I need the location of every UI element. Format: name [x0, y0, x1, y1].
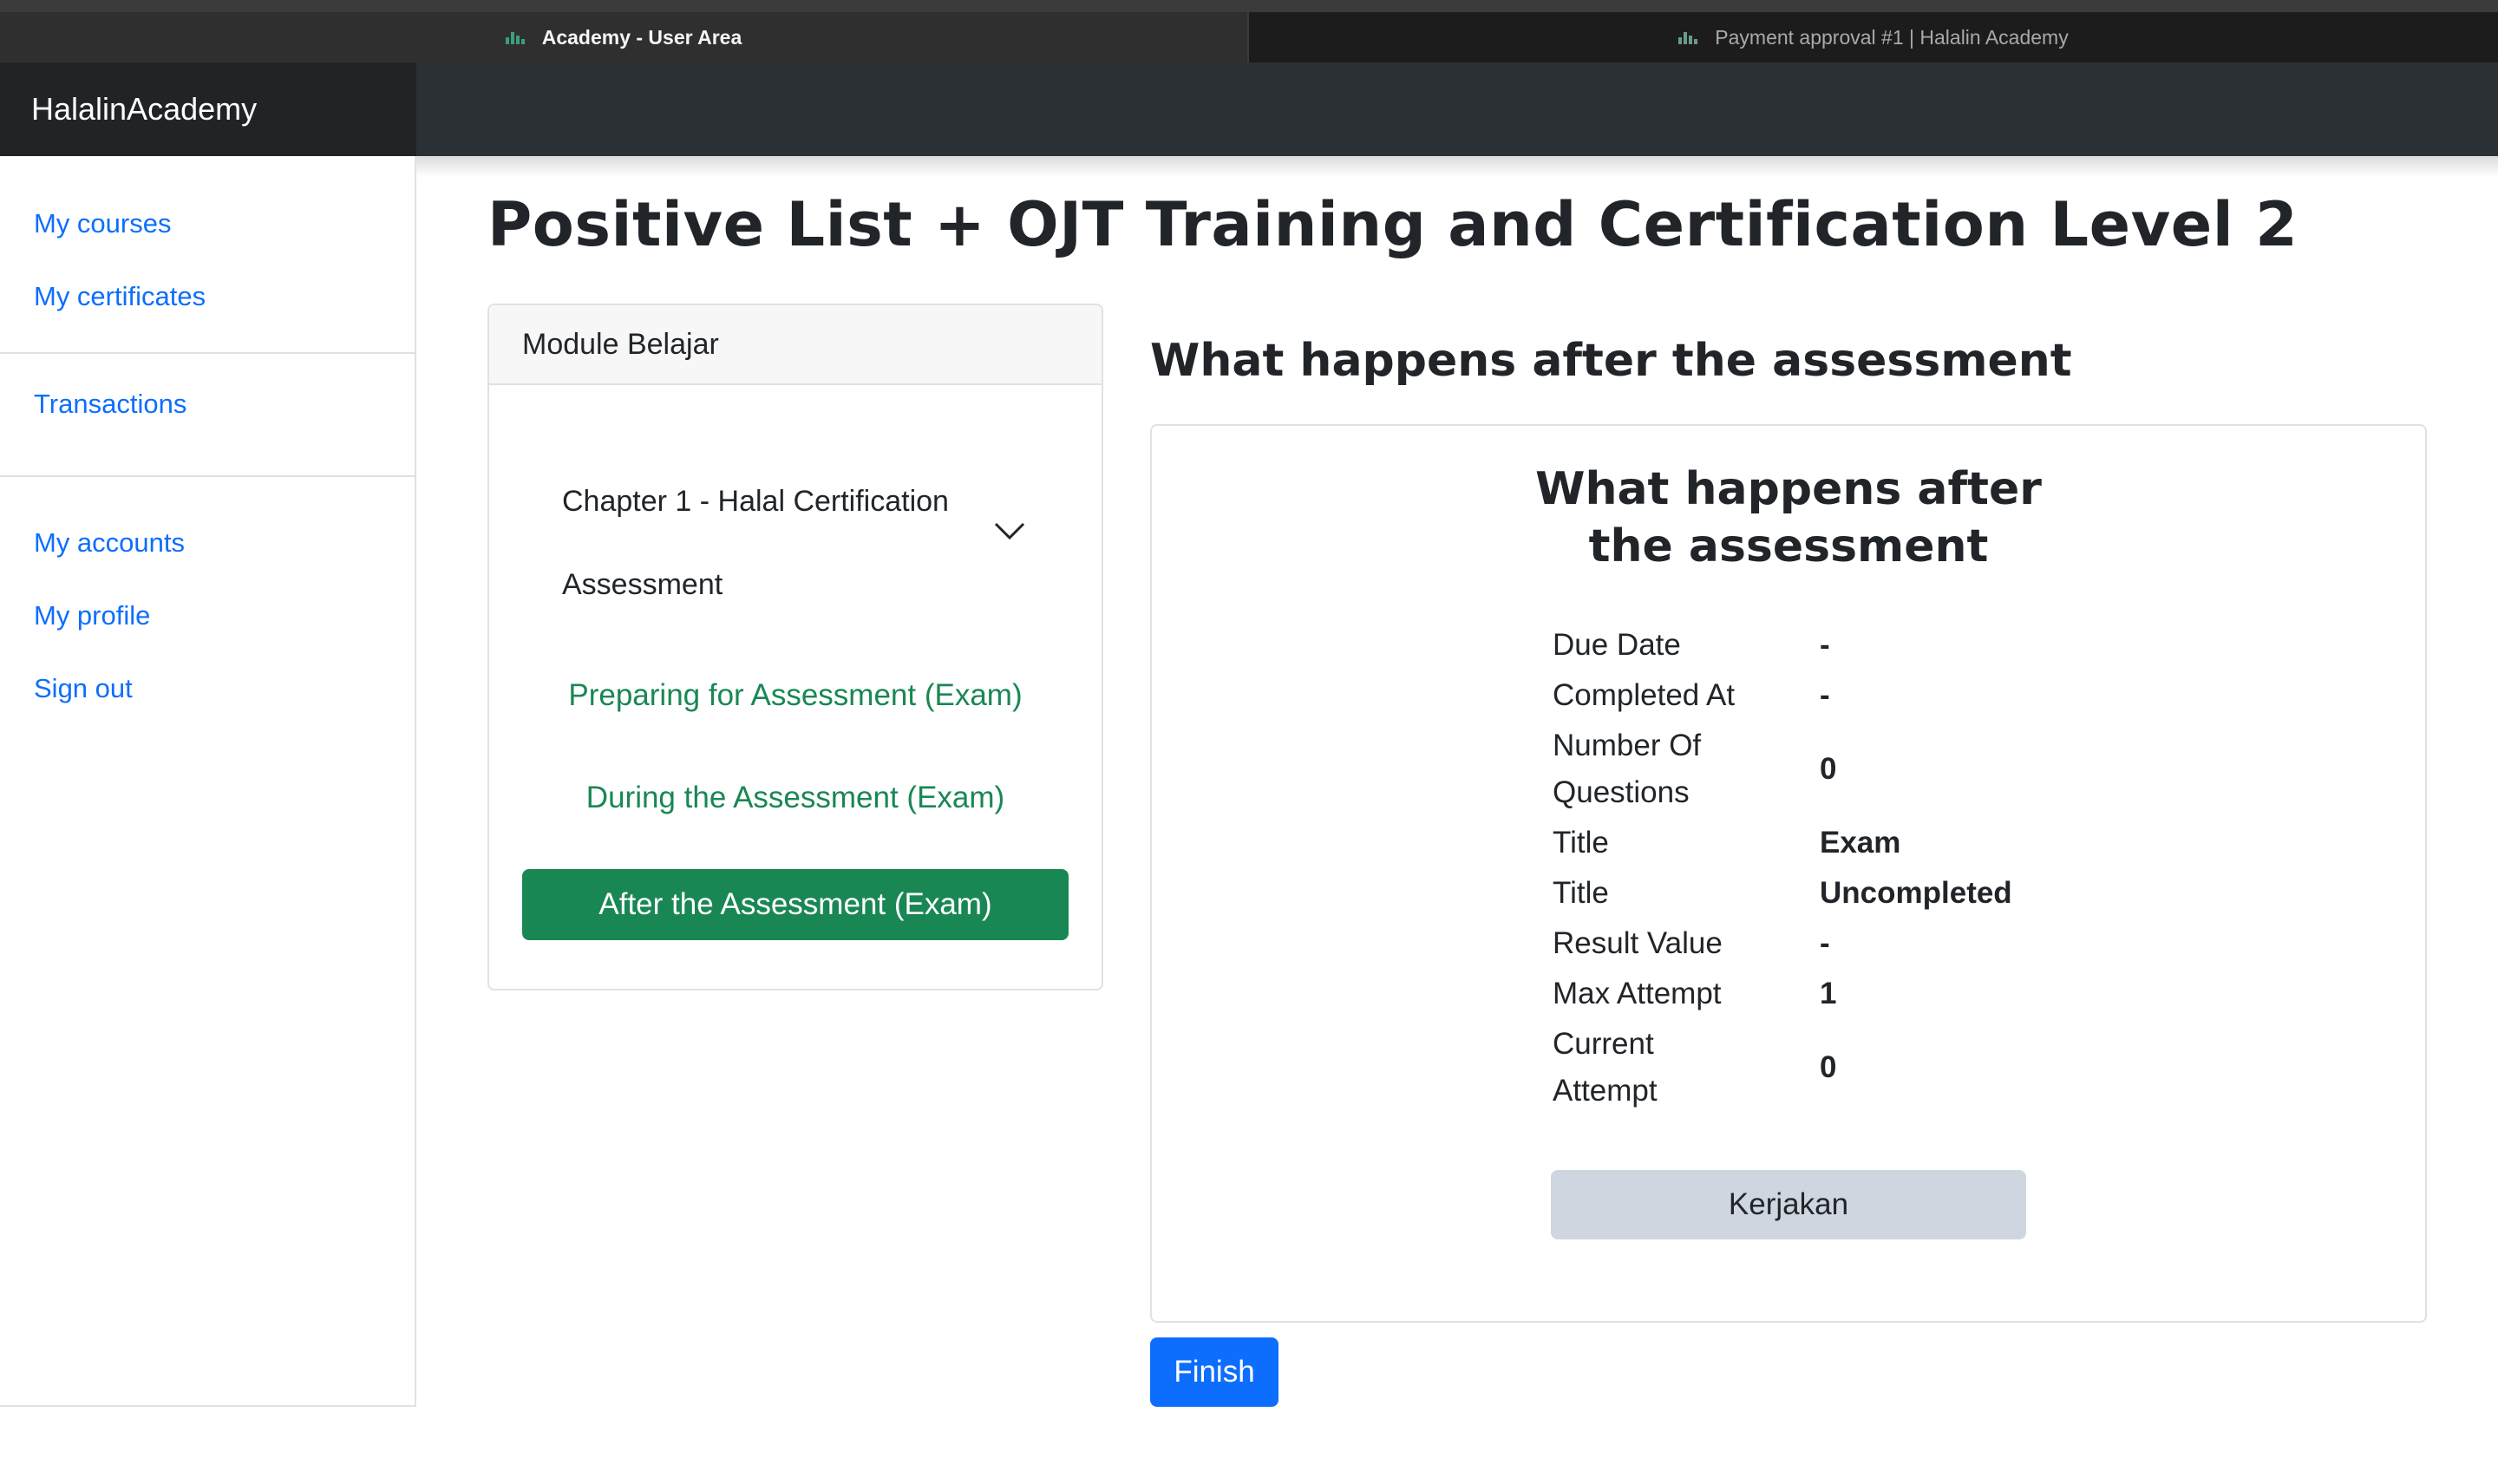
- sidebar: My courses My certificates Transactions …: [0, 156, 416, 1407]
- detail-value: -: [1820, 678, 1830, 712]
- detail-label: Number Of Questions: [1553, 729, 1702, 809]
- browser-tab-label: Payment approval #1 | Halalin Academy: [1715, 25, 2069, 49]
- lesson-link-preparing[interactable]: Preparing for Assessment (Exam): [489, 678, 1102, 713]
- sidebar-item-my-certificates[interactable]: My certificates: [34, 281, 206, 312]
- lesson-link-during[interactable]: During the Assessment (Exam): [489, 781, 1102, 815]
- detail-label: Due Date: [1553, 628, 1681, 662]
- detail-label: Max Attempt: [1553, 977, 1722, 1010]
- sidebar-divider: [0, 475, 415, 477]
- detail-label: Completed At: [1553, 678, 1736, 712]
- detail-row: Title Uncompleted: [1553, 870, 2012, 917]
- detail-row: Number Of Questions 0: [1553, 722, 2012, 816]
- navbar-shadow: [416, 156, 2498, 177]
- brand-area: HalalinAcademy: [0, 62, 416, 156]
- module-card: Module Belajar Chapter 1 - Halal Certifi…: [487, 304, 1103, 990]
- academy-favicon-icon: [505, 30, 530, 44]
- assessment-card-title: What happens after the assessment: [1152, 461, 2425, 575]
- browser-tab-label: Academy - User Area: [541, 25, 742, 49]
- sidebar-item-my-courses[interactable]: My courses: [34, 208, 171, 239]
- brand-logo-text[interactable]: HalalinAcademy: [31, 91, 257, 127]
- detail-value: 1: [1820, 977, 1837, 1010]
- detail-value: Exam: [1820, 826, 1901, 860]
- sidebar-divider: [0, 352, 415, 354]
- lesson-heading: What happens after the assessment: [1150, 335, 2072, 387]
- page-title: Positive List + OJT Training and Certifi…: [487, 189, 2299, 260]
- module-card-header: Module Belajar: [489, 305, 1102, 385]
- assessment-details: Due Date - Completed At - Number Of Ques…: [1553, 622, 2012, 1115]
- detail-row: Max Attempt 1: [1553, 971, 2012, 1017]
- assessment-title-line: What happens after: [1535, 463, 2042, 515]
- kerjakan-button[interactable]: Kerjakan: [1551, 1170, 2026, 1239]
- chevron-down-icon[interactable]: [992, 513, 1027, 548]
- sidebar-item-sign-out[interactable]: Sign out: [34, 673, 133, 704]
- detail-label: Title: [1553, 826, 1609, 860]
- top-navbar: [416, 62, 2498, 156]
- detail-row: Title Exam: [1553, 820, 2012, 866]
- chapter-accordion-toggle[interactable]: Chapter 1 - Halal Certification Assessme…: [562, 460, 996, 626]
- assessment-title-line: the assessment: [1588, 520, 1989, 572]
- assessment-card: What happens after the assessment Due Da…: [1150, 424, 2427, 1323]
- detail-value: Uncompleted: [1820, 876, 2012, 910]
- detail-row: Current Attempt 0: [1553, 1021, 2012, 1115]
- finish-button[interactable]: Finish: [1150, 1337, 1278, 1407]
- academy-favicon-icon: [1678, 30, 1703, 44]
- detail-label: Title: [1553, 876, 1609, 910]
- detail-value: 0: [1820, 1050, 1837, 1084]
- browser-tab-strip: Academy - User Area Payment approval #1 …: [0, 0, 2498, 62]
- detail-label: Current Attempt: [1553, 1027, 1658, 1108]
- browser-tab-active[interactable]: Academy - User Area: [0, 12, 1247, 62]
- sidebar-item-transactions[interactable]: Transactions: [34, 389, 186, 420]
- detail-value: -: [1820, 926, 1830, 960]
- sidebar-item-my-profile[interactable]: My profile: [34, 600, 150, 631]
- detail-row: Due Date -: [1553, 622, 2012, 669]
- detail-label: Result Value: [1553, 926, 1723, 960]
- lesson-link-after-active[interactable]: After the Assessment (Exam): [522, 869, 1069, 940]
- browser-tab-inactive[interactable]: Payment approval #1 | Halalin Academy: [1249, 12, 2498, 62]
- detail-row: Completed At -: [1553, 672, 2012, 719]
- sidebar-item-my-accounts[interactable]: My accounts: [34, 527, 185, 559]
- detail-row: Result Value -: [1553, 920, 2012, 967]
- detail-value: 0: [1820, 752, 1837, 786]
- detail-value: -: [1820, 628, 1830, 662]
